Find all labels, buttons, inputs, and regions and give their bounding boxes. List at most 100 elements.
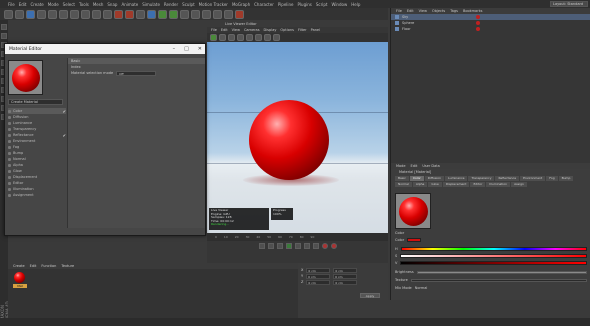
menu-item-window[interactable]: Window: [331, 2, 347, 7]
minimize-icon[interactable]: –: [173, 46, 176, 52]
redo-icon[interactable]: [15, 9, 24, 19]
viewer-menu-edit[interactable]: Edit: [221, 28, 228, 32]
autokey-icon[interactable]: [330, 243, 337, 249]
material-tag-icon[interactable]: [476, 15, 480, 19]
zoom-icon[interactable]: [264, 34, 271, 41]
object-menu-tags[interactable]: Tags: [450, 9, 458, 13]
material-editor-titlebar[interactable]: Material Editor – □ ✕: [5, 44, 205, 54]
make-editable-icon[interactable]: [1, 24, 7, 30]
hue-slider[interactable]: [400, 247, 587, 251]
material-tag-icon[interactable]: [476, 27, 480, 31]
menu-item-help[interactable]: Help: [351, 2, 360, 7]
viewer-menu-display[interactable]: Display: [264, 28, 277, 32]
tab-normal[interactable]: Normal: [395, 182, 412, 187]
tab-color[interactable]: Color: [409, 176, 424, 181]
material-preview[interactable]: [8, 60, 43, 95]
object-menu-file[interactable]: File: [396, 9, 402, 13]
save-image-icon[interactable]: [273, 34, 280, 41]
go-to-end-icon[interactable]: [312, 243, 319, 249]
tab-basic[interactable]: Basic: [395, 176, 409, 181]
rotate-icon[interactable]: [59, 9, 68, 19]
menu-item-file[interactable]: File: [8, 2, 15, 7]
object-row[interactable]: Floor: [391, 26, 590, 32]
menu-item-mode[interactable]: Mode: [48, 2, 59, 7]
plugin-icon[interactable]: [235, 9, 244, 19]
close-icon[interactable]: ✕: [198, 46, 202, 52]
next-frame-icon[interactable]: [294, 243, 301, 249]
mix-mode-value[interactable]: Normal: [415, 286, 428, 290]
viewer-menu-file[interactable]: File: [211, 28, 217, 32]
material-tag-icon[interactable]: [476, 21, 480, 25]
object-menu-view[interactable]: View: [419, 9, 427, 13]
material-thumbnail-label[interactable]: Mat: [13, 284, 27, 288]
render-view-icon[interactable]: [114, 9, 123, 19]
viewer-menu-panel[interactable]: Panel: [311, 28, 320, 32]
viewer-menu-filter[interactable]: Filter: [298, 28, 307, 32]
size-x-field[interactable]: 0 cm: [333, 267, 358, 273]
tab-alpha[interactable]: Alpha: [412, 182, 428, 187]
play-icon[interactable]: [285, 243, 292, 249]
light-icon[interactable]: [224, 9, 233, 19]
attribute-menu-user-data[interactable]: User Data: [422, 164, 439, 168]
deformer-icon[interactable]: [191, 9, 200, 19]
z-axis-icon[interactable]: [92, 9, 101, 19]
saturation-slider[interactable]: [400, 254, 587, 258]
live-selection-icon[interactable]: [26, 9, 35, 19]
lock-camera-icon[interactable]: [246, 34, 253, 41]
menu-item-plugins[interactable]: Plugins: [298, 2, 312, 7]
tab-illumination[interactable]: Illumination: [486, 182, 511, 187]
size-z-field[interactable]: 0 cm: [333, 279, 358, 285]
pause-render-icon[interactable]: [219, 34, 226, 41]
material-menu-create[interactable]: Create: [13, 264, 25, 268]
render-picture-viewer-icon[interactable]: [125, 9, 134, 19]
menu-item-tools[interactable]: Tools: [79, 2, 89, 7]
menu-item-edit[interactable]: Edit: [19, 2, 27, 7]
viewer-menu-cameras[interactable]: Cameras: [244, 28, 260, 32]
coordinate-system-icon[interactable]: [103, 9, 112, 19]
material-menu-function[interactable]: Function: [41, 264, 56, 268]
position-y-field[interactable]: 0 cm: [306, 273, 331, 279]
menu-item-mograph[interactable]: MoGraph: [232, 2, 250, 7]
material-menu-texture[interactable]: Texture: [61, 264, 74, 268]
previous-frame-icon[interactable]: [276, 243, 283, 249]
object-menu-bookmarks[interactable]: Bookmarks: [463, 9, 483, 13]
texture-field[interactable]: [410, 278, 587, 282]
menu-item-pipeline[interactable]: Pipeline: [278, 2, 294, 7]
tab-editor[interactable]: Editor: [470, 182, 486, 187]
start-render-icon[interactable]: [210, 34, 217, 41]
menu-item-simulate[interactable]: Simulate: [142, 2, 160, 7]
property-value-field[interactable]: Off: [116, 70, 157, 76]
render-settings-icon[interactable]: [136, 9, 145, 19]
checkmark-icon[interactable]: ✔: [63, 109, 66, 114]
menu-item-motion-tracker[interactable]: Motion Tracker: [199, 2, 228, 7]
size-y-field[interactable]: 0 cm: [333, 273, 358, 279]
timeline-ruler[interactable]: 0 10 20 30 40 50 60 70 80 90: [207, 233, 388, 241]
menu-item-sculpt[interactable]: Sculpt: [182, 2, 195, 7]
object-menu-edit[interactable]: Edit: [407, 9, 414, 13]
channel-row[interactable]: Assignment: [8, 192, 66, 198]
go-to-start-icon[interactable]: [258, 243, 265, 249]
move-icon[interactable]: [37, 9, 46, 19]
tab-reflectance[interactable]: Reflectance: [495, 176, 520, 181]
display-mode-icon[interactable]: [255, 34, 262, 41]
position-z-field[interactable]: 0 cm: [306, 279, 331, 285]
tab-fog[interactable]: Fog: [546, 176, 558, 181]
checkmark-icon[interactable]: ✔: [63, 133, 66, 138]
tab-displacement[interactable]: Displacement: [442, 182, 470, 187]
tab-transparency[interactable]: Transparency: [468, 176, 495, 181]
undo-icon[interactable]: [4, 9, 13, 19]
menu-item-script[interactable]: Script: [316, 2, 328, 7]
tab-glow[interactable]: Glow: [428, 182, 442, 187]
next-key-icon[interactable]: [303, 243, 310, 249]
menu-item-snap[interactable]: Snap: [107, 2, 117, 7]
cube-icon[interactable]: [147, 9, 156, 19]
array-icon[interactable]: [180, 9, 189, 19]
y-axis-icon[interactable]: [81, 9, 90, 19]
previous-key-icon[interactable]: [267, 243, 274, 249]
attribute-menu-mode[interactable]: Mode: [396, 164, 406, 168]
floor-icon[interactable]: [202, 9, 211, 19]
spline-icon[interactable]: [158, 9, 167, 19]
attribute-material-preview[interactable]: [395, 193, 431, 229]
tab-assign[interactable]: Assign: [511, 182, 527, 187]
menu-item-create[interactable]: Create: [30, 2, 43, 7]
